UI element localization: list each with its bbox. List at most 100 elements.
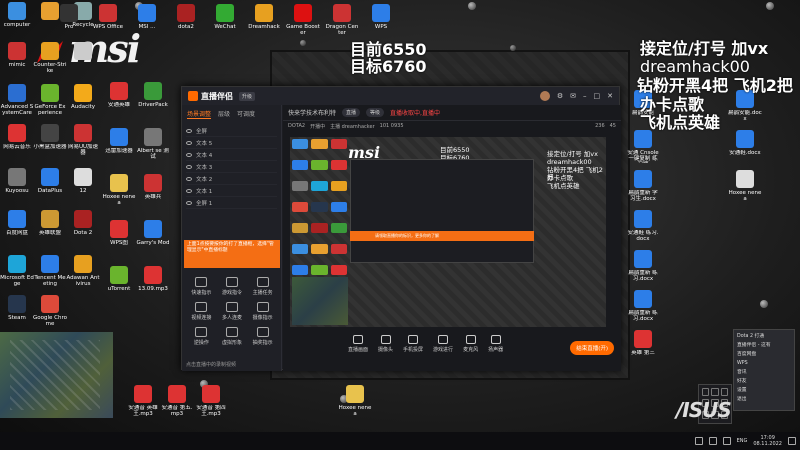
title-warning-banner[interactable]: 上面1点按要按你的打了直播框，选择"管理显示"中直播标题 [184,240,280,268]
stream-pill-live[interactable]: 直播 [342,108,361,117]
stream-pill-level[interactable]: 等级 [366,108,385,117]
tab-layers[interactable]: 层级 [218,109,230,119]
desktop-icon[interactable]: 13.09.mp3 [136,266,170,292]
desktop-icon[interactable]: WPS Office [91,4,125,30]
desktop-icon[interactable]: WPS图 [102,220,136,246]
control-button[interactable]: 游戏进行 [433,335,453,353]
message-icon[interactable]: ✉ [570,92,576,100]
tool-button[interactable]: 虚拟形象 [217,327,248,346]
menu-item[interactable]: 退出 [737,395,791,404]
system-clock[interactable]: 17:09 08.11.2022 [753,435,782,447]
desktop-icon[interactable]: Advanced SystemCare [0,84,34,116]
desktop-icon[interactable]: DriverPack [136,82,170,108]
eye-icon[interactable] [186,200,192,205]
layer-row[interactable]: 文本 3 [186,161,277,173]
desktop-icon[interactable]: 12 [66,168,100,194]
desktop-icon[interactable]: GeForce Experience [33,84,67,116]
layer-row[interactable]: 文本 1 [186,185,277,197]
desktop-icon[interactable]: 英雄兵 [136,174,170,200]
layer-row[interactable]: 文本 4 [186,149,277,161]
upgrade-tag[interactable]: 升级 [239,91,256,101]
desktop-icon[interactable]: Google Chrome [33,295,67,327]
desktop-icon[interactable]: Audacity [66,84,100,110]
network-icon[interactable] [708,437,717,445]
desktop-icon[interactable]: 扁鹊重新 学习生.docx [626,170,660,202]
control-button[interactable]: 直播画面 [348,335,368,353]
desktop-icon[interactable]: Game Booster [286,4,320,36]
app-titlebar[interactable]: 直播伴侣 升级 ⚙ ✉ – □ ✕ [182,87,619,105]
menu-item[interactable]: 音讯 [737,368,791,377]
tray-app-icon[interactable] [711,388,719,396]
desktop-icon[interactable]: Kuyoosu [0,168,34,194]
desktop-icon[interactable]: 英雄联盟 [33,210,67,236]
tool-button[interactable]: 快速指示 [186,277,217,296]
desktop-icon[interactable]: Hoxee nenea [728,170,762,202]
tool-button[interactable]: 逆操作 [186,327,217,346]
desktop-icon[interactable]: DataPlus [33,168,67,194]
volume-icon[interactable] [722,437,731,445]
end-live-button[interactable]: 结束直播(开) [570,341,614,355]
desktop-icon[interactable]: 网易云音乐 [0,124,34,150]
menu-item[interactable]: 设置 [737,386,791,395]
desktop-icon[interactable]: 英雄 第三 [626,330,660,356]
layer-row[interactable]: 文本 2 [186,173,277,185]
eye-icon[interactable] [186,188,192,193]
desktop-icon[interactable]: Garry's Mod [136,220,170,246]
tool-button[interactable]: 多人连麦 [217,302,248,321]
eye-icon[interactable] [186,140,192,145]
desktop-icon[interactable]: WeChat [208,4,242,30]
language-indicator[interactable]: ENG [737,438,748,444]
desktop-icon[interactable]: 安通音 第五.mp3 [160,385,194,417]
control-button[interactable]: 扬声器 [488,335,503,353]
desktop-icon[interactable]: computer [0,2,34,28]
user-avatar[interactable] [539,91,550,101]
desktop-icon[interactable]: 安通鞋.docx [728,130,762,156]
layer-row[interactable]: 全屏 1 [186,197,277,209]
close-icon[interactable]: ✕ [607,92,613,100]
desktop-icon[interactable]: dota2 [169,4,203,30]
eye-icon[interactable] [186,128,192,133]
desktop-icon[interactable]: 安通 Cnsole 一键复制 练习题 [626,130,660,163]
desktop-icon[interactable]: 安通音 第四王.mp3 [194,385,228,417]
tab-schedule[interactable]: 可调度 [237,109,255,119]
record-tip[interactable]: 点击直播中的录制视频 [186,361,236,368]
desktop-icon[interactable]: 扁鹊重新 练习.docx [626,290,660,322]
settings-icon[interactable]: ⚙ [557,92,563,100]
control-button[interactable]: 摄像头 [378,335,393,353]
live-companion-window[interactable]: 直播伴侣 升级 ⚙ ✉ – □ ✕ 场景调整 层级 可调度 全屏 文本 5 文本 4… [181,86,621,371]
desktop-icon[interactable]: 安通英雄 [102,82,136,108]
desktop-icon[interactable]: 安通音 英雄王.mp3 [126,385,160,417]
tool-button[interactable]: 游戏指令 [217,277,248,296]
desktop-icon[interactable]: Microsoft Edge [0,255,34,287]
desktop-icon[interactable]: 扁鹊重新 练习.docx [626,250,660,282]
desktop-icon[interactable]: 迅雷加速器 [102,128,136,154]
eye-icon[interactable] [186,164,192,169]
desktop-icon[interactable]: Steam [0,295,34,321]
desktop-icon[interactable]: 网易UU加速器 [66,124,100,156]
tray-chevron-icon[interactable] [694,437,703,445]
layer-row[interactable]: 全屏 [186,125,277,137]
menu-item[interactable]: 百度网盘 [737,350,791,359]
desktop-icon[interactable]: 百度网盘 [0,210,34,236]
desktop-icon[interactable]: Dota 2 [66,210,100,236]
menu-item[interactable]: Dota 2 打通 [737,332,791,341]
desktop-icon[interactable]: Pro [52,4,86,30]
control-button[interactable]: 麦克风 [463,335,478,353]
desktop-icon[interactable]: Dreamhack [247,4,281,30]
tray-app-icon[interactable] [720,388,728,396]
layer-row[interactable]: 文本 5 [186,137,277,149]
tool-button[interactable]: 视频连接 [186,302,217,321]
desktop-icon[interactable]: Adawan Antivirus [66,255,100,287]
control-button[interactable]: 手机投屏 [403,335,423,353]
desktop-icon[interactable]: Counter-Strike [33,42,67,74]
menu-item[interactable]: 好友 [737,377,791,386]
desktop-icon[interactable]: WPS [364,4,398,30]
desktop-icon[interactable]: Hoxee nenea [102,174,136,206]
desktop-icon[interactable]: MSI ... [130,4,164,30]
tool-button[interactable]: 抽奖指示 [247,327,278,346]
tab-scene[interactable]: 场景调整 [187,109,212,119]
desktop-icon[interactable] [66,42,100,62]
desktop-icon[interactable]: Dragon Center [325,4,359,36]
desktop-icon[interactable]: mimic [0,42,34,68]
tool-button[interactable]: 摄像指示 [247,302,278,321]
